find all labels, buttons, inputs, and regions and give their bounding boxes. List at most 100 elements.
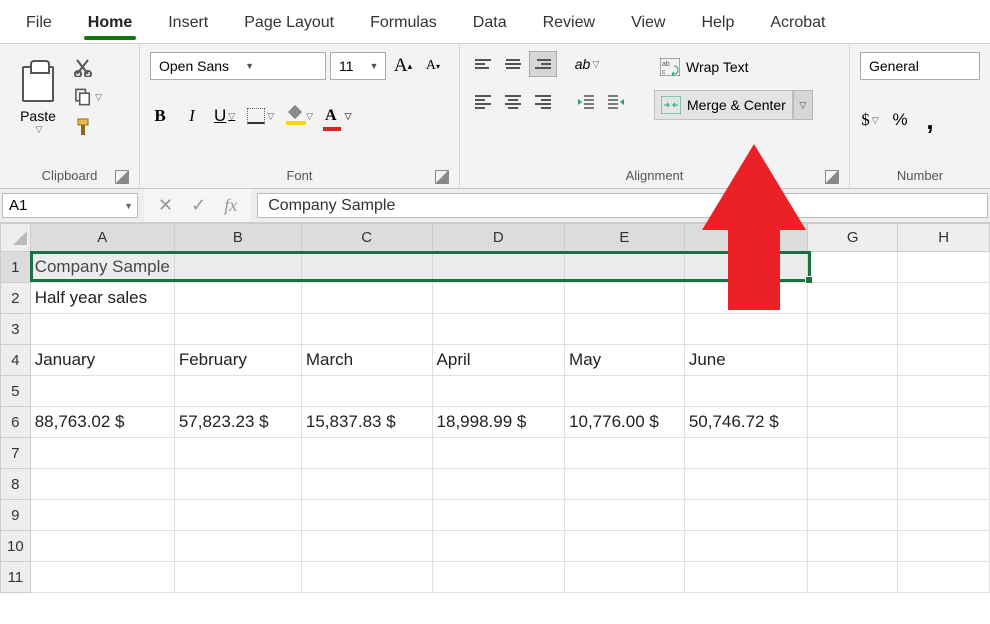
cell-a5[interactable]: [30, 376, 174, 407]
cell-c8[interactable]: [301, 469, 432, 500]
cell-a9[interactable]: [30, 500, 174, 531]
row-header-9[interactable]: 9: [1, 500, 31, 531]
row-header-10[interactable]: 10: [1, 531, 31, 562]
col-header-g[interactable]: G: [808, 224, 898, 252]
cell-a10[interactable]: [30, 531, 174, 562]
cell-g9[interactable]: [808, 500, 898, 531]
row-header-6[interactable]: 6: [1, 407, 31, 438]
col-header-c[interactable]: C: [301, 224, 432, 252]
col-header-a[interactable]: A: [30, 224, 174, 252]
cell-b8[interactable]: [174, 469, 301, 500]
cell-b9[interactable]: [174, 500, 301, 531]
row-header-1[interactable]: 1: [1, 252, 31, 283]
row-header-8[interactable]: 8: [1, 469, 31, 500]
cell-b1[interactable]: [174, 252, 301, 283]
font-name-combo[interactable]: Open Sans▼: [150, 52, 326, 80]
cell-d1[interactable]: [432, 252, 564, 283]
cell-a6[interactable]: 88,763.02 $: [30, 407, 174, 438]
cell-e10[interactable]: [565, 531, 685, 562]
tab-view[interactable]: View: [613, 4, 683, 40]
cell-c7[interactable]: [301, 438, 432, 469]
formula-bar-input[interactable]: Company Sample: [257, 193, 988, 218]
cell-g11[interactable]: [808, 562, 898, 593]
clipboard-dialog-launcher[interactable]: [115, 170, 129, 184]
cell-d9[interactable]: [432, 500, 564, 531]
cell-g1[interactable]: [808, 252, 898, 283]
tab-acrobat[interactable]: Acrobat: [752, 4, 843, 40]
copy-button[interactable]: ▽: [74, 86, 102, 108]
cell-b5[interactable]: [174, 376, 301, 407]
row-header-4[interactable]: 4: [1, 345, 31, 376]
cell-g2[interactable]: [808, 283, 898, 314]
formula-cancel-button[interactable]: ✕: [158, 195, 173, 216]
wrap-text-button[interactable]: abc Wrap Text: [654, 52, 813, 82]
name-box[interactable]: A1 ▼: [2, 193, 138, 218]
cell-e7[interactable]: [565, 438, 685, 469]
align-center-button[interactable]: [500, 90, 526, 114]
cell-h11[interactable]: [898, 562, 990, 593]
increase-font-button[interactable]: A▴: [390, 53, 416, 79]
cell-g6[interactable]: [808, 407, 898, 438]
decrease-indent-button[interactable]: [574, 90, 600, 114]
cell-e2[interactable]: [565, 283, 685, 314]
col-header-f[interactable]: F: [684, 224, 807, 252]
cell-d6[interactable]: 18,998.99 $: [432, 407, 564, 438]
cell-e1[interactable]: [565, 252, 685, 283]
cell-d4[interactable]: April: [432, 345, 564, 376]
tab-home[interactable]: Home: [70, 4, 150, 40]
cell-f9[interactable]: [684, 500, 807, 531]
font-color-button[interactable]: A▽: [325, 104, 345, 128]
cell-h2[interactable]: [898, 283, 990, 314]
cell-c5[interactable]: [301, 376, 432, 407]
cell-g4[interactable]: [808, 345, 898, 376]
cell-c2[interactable]: [301, 283, 432, 314]
cell-d11[interactable]: [432, 562, 564, 593]
cell-a4[interactable]: January: [30, 345, 174, 376]
grid[interactable]: A B C D E F G H 1 Company Sample 2 Half …: [0, 223, 990, 593]
cell-g10[interactable]: [808, 531, 898, 562]
cell-f4[interactable]: June: [684, 345, 807, 376]
cell-f10[interactable]: [684, 531, 807, 562]
cell-e11[interactable]: [565, 562, 685, 593]
cell-h1[interactable]: [898, 252, 990, 283]
cell-a11[interactable]: [30, 562, 174, 593]
cell-e6[interactable]: 10,776.00 $: [565, 407, 685, 438]
cell-h5[interactable]: [898, 376, 990, 407]
decrease-font-button[interactable]: A▾: [420, 53, 446, 79]
cell-h6[interactable]: [898, 407, 990, 438]
percent-format-button[interactable]: %: [890, 108, 910, 132]
cell-f1[interactable]: [684, 252, 807, 283]
font-size-combo[interactable]: 11▼: [330, 52, 386, 80]
row-header-3[interactable]: 3: [1, 314, 31, 345]
tab-page-layout[interactable]: Page Layout: [226, 4, 352, 40]
cell-d5[interactable]: [432, 376, 564, 407]
cell-b4[interactable]: February: [174, 345, 301, 376]
cell-e4[interactable]: May: [565, 345, 685, 376]
cell-h7[interactable]: [898, 438, 990, 469]
cell-g7[interactable]: [808, 438, 898, 469]
cell-f11[interactable]: [684, 562, 807, 593]
fill-color-button[interactable]: ▽: [286, 104, 313, 128]
cell-b11[interactable]: [174, 562, 301, 593]
merge-center-dropdown[interactable]: ▽: [793, 90, 813, 120]
cut-button[interactable]: [74, 56, 102, 78]
cell-b3[interactable]: [174, 314, 301, 345]
cell-f2[interactable]: [684, 283, 807, 314]
cell-a2[interactable]: Half year sales: [30, 283, 174, 314]
cell-f8[interactable]: [684, 469, 807, 500]
cell-b2[interactable]: [174, 283, 301, 314]
paste-button[interactable]: Paste ▽: [10, 52, 66, 148]
cell-d10[interactable]: [432, 531, 564, 562]
alignment-dialog-launcher[interactable]: [825, 170, 839, 184]
orientation-button[interactable]: ab▽: [574, 52, 600, 76]
tab-data[interactable]: Data: [455, 4, 525, 40]
italic-button[interactable]: I: [182, 104, 202, 128]
font-dialog-launcher[interactable]: [435, 170, 449, 184]
cell-a3[interactable]: [30, 314, 174, 345]
cell-c1[interactable]: [301, 252, 432, 283]
align-left-button[interactable]: [470, 90, 496, 114]
increase-indent-button[interactable]: [604, 90, 630, 114]
borders-button[interactable]: ▽: [247, 104, 274, 128]
comma-format-button[interactable]: ,: [920, 108, 940, 132]
insert-function-button[interactable]: fx: [224, 195, 237, 216]
